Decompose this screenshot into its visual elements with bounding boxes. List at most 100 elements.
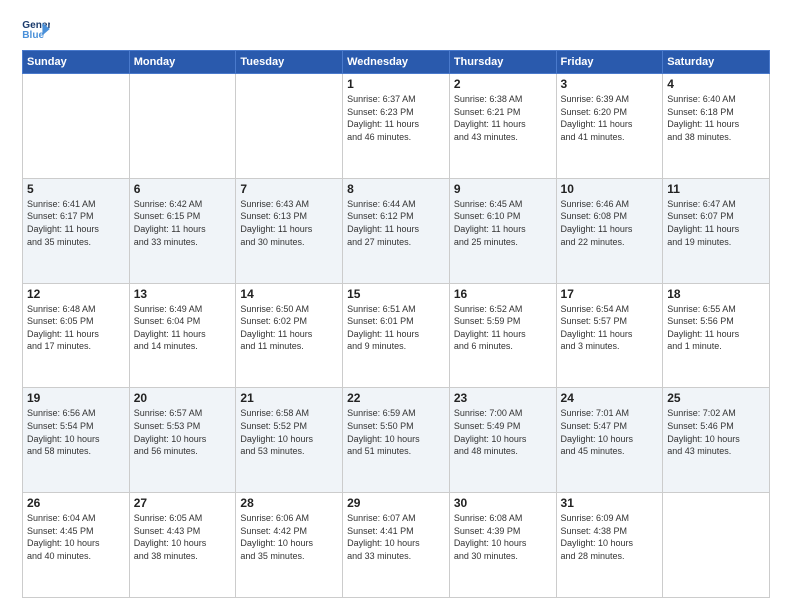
day-info: Sunrise: 6:04 AM Sunset: 4:45 PM Dayligh… (27, 512, 125, 562)
weekday-header-saturday: Saturday (663, 51, 770, 74)
day-number: 7 (240, 182, 338, 196)
day-info: Sunrise: 6:59 AM Sunset: 5:50 PM Dayligh… (347, 407, 445, 457)
calendar-cell: 29 Sunrise: 6:07 AM Sunset: 4:41 PM Dayli… (343, 493, 450, 598)
calendar-cell: 14Sunrise: 6:50 AM Sunset: 6:02 PM Dayli… (236, 283, 343, 388)
header: General Blue (22, 18, 770, 40)
day-number: 2 (454, 77, 552, 91)
day-info: Sunrise: 6:46 AM Sunset: 6:08 PM Dayligh… (561, 198, 659, 248)
day-info: Sunrise: 6:38 AM Sunset: 6:21 PM Dayligh… (454, 93, 552, 143)
day-number: 9 (454, 182, 552, 196)
day-number: 8 (347, 182, 445, 196)
day-info: Sunrise: 7:02 AM Sunset: 5:46 PM Dayligh… (667, 407, 765, 457)
day-info: Sunrise: 6:47 AM Sunset: 6:07 PM Dayligh… (667, 198, 765, 248)
day-info: Sunrise: 6:40 AM Sunset: 6:18 PM Dayligh… (667, 93, 765, 143)
day-number: 30 (454, 496, 552, 510)
day-number: 11 (667, 182, 765, 196)
day-number: 19 (27, 391, 125, 405)
calendar-cell (236, 74, 343, 179)
weekday-header-thursday: Thursday (449, 51, 556, 74)
calendar-cell: 21 Sunrise: 6:58 AM Sunset: 5:52 PM Dayli… (236, 388, 343, 493)
logo: General Blue (22, 18, 50, 40)
day-number: 20 (134, 391, 232, 405)
calendar-cell: 9 Sunrise: 6:45 AM Sunset: 6:10 PM Daylig… (449, 178, 556, 283)
calendar-cell: 16Sunrise: 6:52 AM Sunset: 5:59 PM Dayli… (449, 283, 556, 388)
page: General Blue SundayMondayTuesdayWednesda… (0, 0, 792, 612)
day-info: Sunrise: 6:57 AM Sunset: 5:53 PM Dayligh… (134, 407, 232, 457)
calendar-cell: 17 Sunrise: 6:54 AM Sunset: 5:57 PM Dayli… (556, 283, 663, 388)
svg-text:Blue: Blue (22, 30, 44, 40)
day-number: 21 (240, 391, 338, 405)
day-number: 17 (561, 287, 659, 301)
day-number: 28 (240, 496, 338, 510)
weekday-header-monday: Monday (129, 51, 236, 74)
day-number: 4 (667, 77, 765, 91)
day-info: Sunrise: 6:39 AM Sunset: 6:20 PM Dayligh… (561, 93, 659, 143)
calendar-cell: 12 Sunrise: 6:48 AM Sunset: 6:05 PM Dayli… (23, 283, 130, 388)
calendar-table: SundayMondayTuesdayWednesdayThursdayFrid… (22, 50, 770, 598)
week-row-1: 1 Sunrise: 6:37 AM Sunset: 6:23 PM Daylig… (23, 74, 770, 179)
day-number: 3 (561, 77, 659, 91)
day-number: 14 (240, 287, 338, 301)
logo-icon: General Blue (22, 18, 50, 40)
calendar-cell: 30 Sunrise: 6:08 AM Sunset: 4:39 PM Dayli… (449, 493, 556, 598)
day-number: 1 (347, 77, 445, 91)
day-number: 12 (27, 287, 125, 301)
calendar-cell: 5Sunrise: 6:41 AM Sunset: 6:17 PM Daylig… (23, 178, 130, 283)
day-info: Sunrise: 6:54 AM Sunset: 5:57 PM Dayligh… (561, 303, 659, 353)
calendar-cell: 10 Sunrise: 6:46 AM Sunset: 6:08 PM Dayli… (556, 178, 663, 283)
day-info: Sunrise: 6:51 AM Sunset: 6:01 PM Dayligh… (347, 303, 445, 353)
day-info: Sunrise: 7:01 AM Sunset: 5:47 PM Dayligh… (561, 407, 659, 457)
day-info: Sunrise: 6:07 AM Sunset: 4:41 PM Dayligh… (347, 512, 445, 562)
day-info: Sunrise: 6:48 AM Sunset: 6:05 PM Dayligh… (27, 303, 125, 353)
calendar-cell (129, 74, 236, 179)
weekday-header-friday: Friday (556, 51, 663, 74)
week-row-4: 19 Sunrise: 6:56 AM Sunset: 5:54 PM Dayli… (23, 388, 770, 493)
calendar-cell: 31Sunrise: 6:09 AM Sunset: 4:38 PM Dayli… (556, 493, 663, 598)
day-number: 5 (27, 182, 125, 196)
calendar-cell: 27 Sunrise: 6:05 AM Sunset: 4:43 PM Dayli… (129, 493, 236, 598)
day-number: 6 (134, 182, 232, 196)
calendar-cell: 15 Sunrise: 6:51 AM Sunset: 6:01 PM Dayli… (343, 283, 450, 388)
week-row-5: 26 Sunrise: 6:04 AM Sunset: 4:45 PM Dayli… (23, 493, 770, 598)
day-number: 29 (347, 496, 445, 510)
day-info: Sunrise: 6:55 AM Sunset: 5:56 PM Dayligh… (667, 303, 765, 353)
weekday-header-tuesday: Tuesday (236, 51, 343, 74)
calendar-cell: 13 Sunrise: 6:49 AM Sunset: 6:04 PM Dayli… (129, 283, 236, 388)
day-number: 22 (347, 391, 445, 405)
calendar-cell: 22 Sunrise: 6:59 AM Sunset: 5:50 PM Dayli… (343, 388, 450, 493)
day-info: Sunrise: 6:45 AM Sunset: 6:10 PM Dayligh… (454, 198, 552, 248)
day-info: Sunrise: 6:09 AM Sunset: 4:38 PM Dayligh… (561, 512, 659, 562)
day-info: Sunrise: 6:06 AM Sunset: 4:42 PM Dayligh… (240, 512, 338, 562)
calendar-cell: 3 Sunrise: 6:39 AM Sunset: 6:20 PM Daylig… (556, 74, 663, 179)
day-number: 23 (454, 391, 552, 405)
day-info: Sunrise: 6:44 AM Sunset: 6:12 PM Dayligh… (347, 198, 445, 248)
day-info: Sunrise: 6:37 AM Sunset: 6:23 PM Dayligh… (347, 93, 445, 143)
day-number: 13 (134, 287, 232, 301)
calendar-cell: 11 Sunrise: 6:47 AM Sunset: 6:07 PM Dayli… (663, 178, 770, 283)
calendar-cell: 20 Sunrise: 6:57 AM Sunset: 5:53 PM Dayli… (129, 388, 236, 493)
day-number: 25 (667, 391, 765, 405)
calendar-cell (23, 74, 130, 179)
calendar-cell: 7 Sunrise: 6:43 AM Sunset: 6:13 PM Daylig… (236, 178, 343, 283)
calendar-cell: 2 Sunrise: 6:38 AM Sunset: 6:21 PM Daylig… (449, 74, 556, 179)
calendar-cell: 19 Sunrise: 6:56 AM Sunset: 5:54 PM Dayli… (23, 388, 130, 493)
day-info: Sunrise: 7:00 AM Sunset: 5:49 PM Dayligh… (454, 407, 552, 457)
day-number: 10 (561, 182, 659, 196)
day-number: 26 (27, 496, 125, 510)
calendar-cell: 18 Sunrise: 6:55 AM Sunset: 5:56 PM Dayli… (663, 283, 770, 388)
day-info: Sunrise: 6:56 AM Sunset: 5:54 PM Dayligh… (27, 407, 125, 457)
day-number: 27 (134, 496, 232, 510)
day-number: 24 (561, 391, 659, 405)
calendar-cell: 4 Sunrise: 6:40 AM Sunset: 6:18 PM Daylig… (663, 74, 770, 179)
day-info: Sunrise: 6:05 AM Sunset: 4:43 PM Dayligh… (134, 512, 232, 562)
day-info: Sunrise: 6:52 AM Sunset: 5:59 PM Dayligh… (454, 303, 552, 353)
day-number: 15 (347, 287, 445, 301)
week-row-3: 12 Sunrise: 6:48 AM Sunset: 6:05 PM Dayli… (23, 283, 770, 388)
day-number: 18 (667, 287, 765, 301)
weekday-header-wednesday: Wednesday (343, 51, 450, 74)
calendar-cell: 1 Sunrise: 6:37 AM Sunset: 6:23 PM Daylig… (343, 74, 450, 179)
day-info: Sunrise: 6:58 AM Sunset: 5:52 PM Dayligh… (240, 407, 338, 457)
day-info: Sunrise: 6:08 AM Sunset: 4:39 PM Dayligh… (454, 512, 552, 562)
day-info: Sunrise: 6:43 AM Sunset: 6:13 PM Dayligh… (240, 198, 338, 248)
day-info: Sunrise: 6:49 AM Sunset: 6:04 PM Dayligh… (134, 303, 232, 353)
